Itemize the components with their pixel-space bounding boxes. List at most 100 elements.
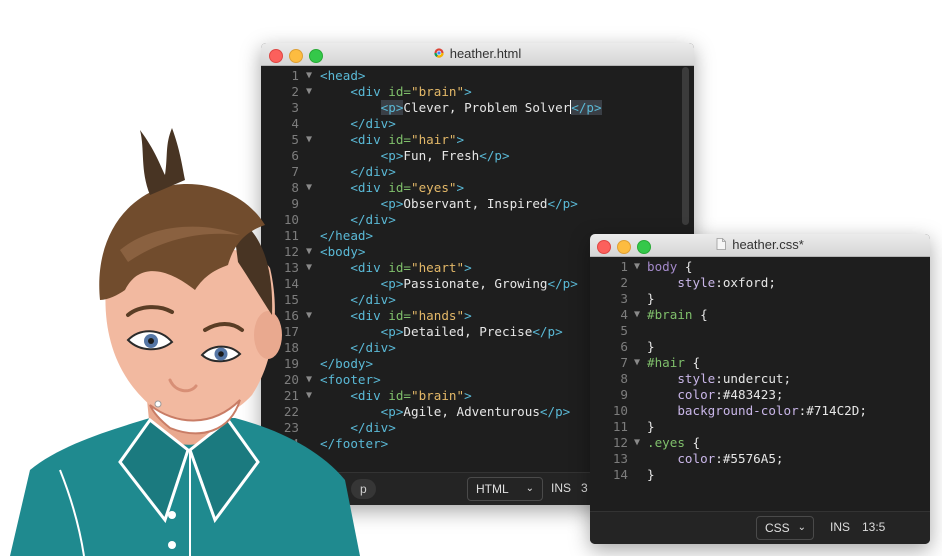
code-text: background-color:#714C2D;	[647, 403, 867, 419]
code-line[interactable]: 10 background-color:#714C2D;	[590, 403, 930, 419]
code-token: body	[647, 259, 678, 274]
code-line[interactable]: 5	[590, 323, 930, 339]
code-token: </p>	[547, 196, 578, 211]
line-number: 9	[620, 387, 628, 402]
code-token: }	[647, 419, 655, 434]
code-text: <p>Clever, Problem Solver</p>	[320, 100, 602, 116]
line-number: 12	[612, 435, 628, 450]
fold-arrow-icon[interactable]: ▼	[634, 435, 640, 451]
code-token: "brain"	[411, 84, 465, 99]
code-token: :undercut;	[715, 371, 792, 386]
code-token: style	[677, 275, 716, 290]
code-token: {	[684, 355, 701, 370]
code-line[interactable]: 13 color:#5576A5;	[590, 451, 930, 467]
code-text: #hair {	[647, 355, 700, 371]
code-token: .eyes	[647, 435, 685, 450]
code-token: </p>	[532, 324, 563, 339]
code-token: "hands"	[411, 308, 465, 323]
code-token: :#483423;	[715, 387, 784, 402]
fold-arrow-icon[interactable]: ▼	[634, 355, 640, 371]
css-window-title-text: heather.css*	[732, 237, 804, 252]
fold-arrow-icon[interactable]: ▼	[634, 307, 640, 323]
code-token: <p>	[380, 196, 404, 211]
code-token: :#714C2D;	[798, 403, 867, 418]
code-token: </p>	[547, 276, 578, 291]
code-line[interactable]: 9 color:#483423;	[590, 387, 930, 403]
code-token: >	[464, 308, 472, 323]
cartoon-portrait	[10, 128, 360, 556]
code-text: }	[647, 467, 655, 483]
code-token: <p>	[380, 276, 404, 291]
code-token: Observant, Inspired	[403, 196, 548, 211]
cursor-position: 13:5	[862, 520, 886, 534]
line-number: 8	[620, 371, 628, 386]
code-token: :oxford;	[715, 275, 776, 290]
shirt-button	[168, 541, 176, 549]
insert-mode-label: INS	[830, 520, 851, 534]
code-token: Clever, Problem Solver	[403, 100, 571, 115]
code-token: <p>	[380, 324, 404, 339]
code-token: }	[647, 291, 655, 306]
code-text: color:#5576A5;	[647, 451, 783, 467]
code-line[interactable]: 7 ▼ #hair {	[590, 355, 930, 371]
lip-piercing	[154, 400, 162, 408]
line-number: 4	[620, 307, 628, 322]
code-token: >	[464, 84, 472, 99]
code-line[interactable]: 11}	[590, 419, 930, 435]
chevron-down-icon: ⌄	[525, 483, 534, 494]
line-number: 2	[620, 275, 628, 290]
code-token: id=	[388, 84, 412, 99]
css-window-titlebar: heather.css*	[590, 234, 930, 257]
cursor-position: 3	[581, 481, 588, 495]
window-title: heather.css*	[590, 237, 930, 252]
language-selector[interactable]: CSS ⌄	[756, 516, 814, 540]
code-line[interactable]: 4 ▼ #brain {	[590, 307, 930, 323]
code-token: "brain"	[411, 388, 465, 403]
code-token: id=	[388, 180, 412, 195]
html-scrollbar[interactable]	[682, 67, 689, 225]
code-token: }	[647, 339, 655, 354]
code-token: Fun, Fresh	[403, 148, 480, 163]
ear	[254, 311, 282, 359]
line-number: 3	[620, 291, 628, 306]
language-selector[interactable]: HTML ⌄	[467, 477, 543, 501]
code-token: id=	[388, 388, 412, 403]
code-token: <p>	[380, 100, 404, 115]
code-token: "eyes"	[411, 180, 457, 195]
chrome-file-icon	[434, 48, 444, 58]
code-text: style:undercut;	[647, 371, 791, 387]
code-line[interactable]: 3}	[590, 291, 930, 307]
code-token: Passionate, Growing	[403, 276, 548, 291]
code-text: color:#483423;	[647, 387, 784, 403]
code-token: {	[692, 307, 708, 322]
line-number: 6	[620, 339, 628, 354]
line-number: 14	[612, 467, 628, 482]
code-token: </p>	[539, 404, 571, 419]
code-token: id=	[388, 308, 412, 323]
language-label: CSS	[765, 521, 790, 535]
code-line[interactable]: 1 ▼ body {	[590, 259, 930, 275]
code-line[interactable]: 14}	[590, 467, 930, 483]
line-number: 5	[620, 323, 628, 338]
line-number: 1	[620, 259, 628, 274]
language-label: HTML	[476, 482, 509, 496]
code-token: {	[677, 259, 693, 274]
code-text: }	[647, 291, 655, 307]
code-token: >	[464, 388, 472, 403]
code-line[interactable]: 6}	[590, 339, 930, 355]
code-line[interactable]: 12 ▼ .eyes {	[590, 435, 930, 451]
code-line[interactable]: 2 style:oxford;	[590, 275, 930, 291]
code-token: {	[684, 435, 701, 450]
line-number: 11	[612, 419, 628, 434]
code-token: "hair"	[411, 132, 457, 147]
code-line[interactable]: 8 style:undercut;	[590, 371, 930, 387]
css-code-area[interactable]: 1 ▼ body {2 style:oxford; 3} 4 ▼ #brain {5 6} 7 ▼…	[590, 258, 930, 510]
code-text: body {	[647, 259, 693, 275]
fold-arrow-icon[interactable]: ▼	[634, 259, 640, 275]
code-token: <p>	[380, 148, 404, 163]
code-token: }	[647, 467, 655, 482]
